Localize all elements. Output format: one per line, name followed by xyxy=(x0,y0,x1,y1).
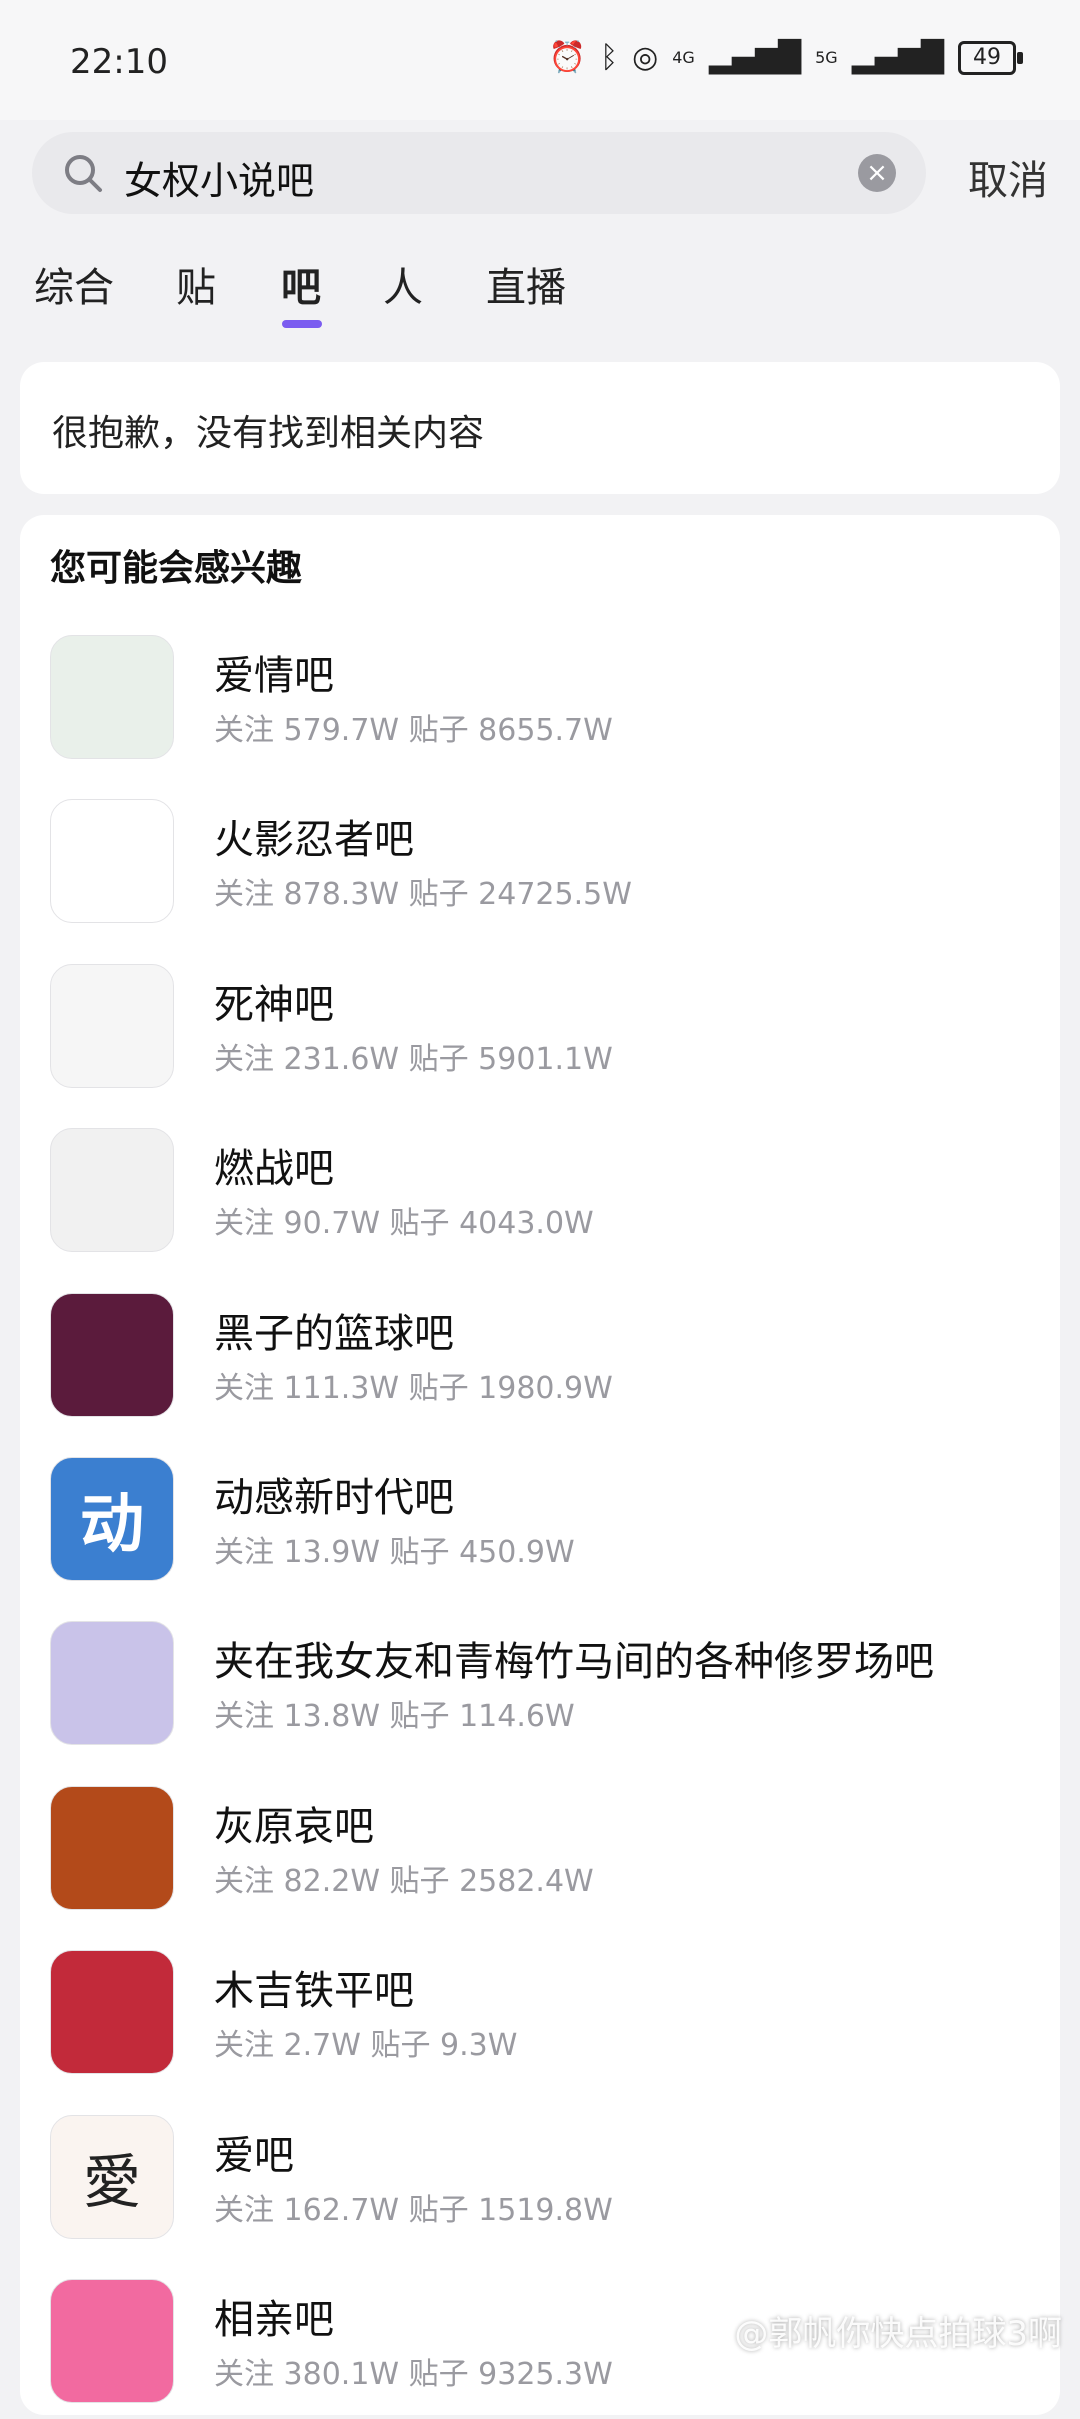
bluetooth-icon: ᛒ xyxy=(600,40,619,75)
forum-avatar xyxy=(50,1621,174,1745)
list-item[interactable]: 火影忍者吧 关注 878.3W 贴子 24725.5W xyxy=(50,799,1030,939)
tab-bar: 综合 贴 吧 人 直播 xyxy=(0,255,1080,335)
forum-avatar xyxy=(50,635,174,759)
forum-stats: 关注 13.9W 贴子 450.9W xyxy=(214,1535,575,1570)
forum-stats: 关注 90.7W 贴子 4043.0W xyxy=(214,1206,594,1241)
empty-result-card: 很抱歉，没有找到相关内容 xyxy=(20,362,1060,494)
list-item[interactable]: 动 动感新时代吧 关注 13.9W 贴子 450.9W xyxy=(50,1457,1030,1597)
forum-stats: 关注 380.1W 贴子 9325.3W xyxy=(214,2357,613,2392)
list-item[interactable]: 灰原哀吧 关注 82.2W 贴子 2582.4W xyxy=(50,1786,1030,1926)
search-bar[interactable]: 女权小说吧 × xyxy=(32,132,926,214)
list-item[interactable]: 燃战吧 关注 90.7W 贴子 4043.0W xyxy=(50,1128,1030,1268)
status-time: 22:10 xyxy=(70,42,168,82)
forum-name: 爱情吧 xyxy=(214,653,334,699)
forum-name: 灰原哀吧 xyxy=(214,1804,374,1850)
empty-message: 很抱歉，没有找到相关内容 xyxy=(52,413,485,454)
signal-icon: ▂▄▆█ xyxy=(851,40,944,75)
forum-avatar-glyph: 愛 xyxy=(82,2148,141,2216)
search-input[interactable]: 女权小说吧 xyxy=(124,150,314,205)
cancel-button[interactable]: 取消 xyxy=(968,148,1048,206)
suggestions-card: 您可能会感兴趣 爱情吧 关注 579.7W 贴子 8655.7W 火影忍者吧 关… xyxy=(20,515,1060,2415)
forum-stats: 关注 162.7W 贴子 1519.8W xyxy=(214,2193,613,2228)
tab-people[interactable]: 人 xyxy=(383,255,423,313)
active-tab-indicator xyxy=(282,320,322,328)
signal-icon: ▂▄▆█ xyxy=(708,40,802,75)
watermark: @郭帆你快点拍球3啊 xyxy=(734,2314,1062,2354)
tab-posts[interactable]: 贴 xyxy=(176,255,216,313)
list-item[interactable]: 爱情吧 关注 579.7W 贴子 8655.7W xyxy=(50,635,1030,775)
battery-icon: 49 xyxy=(958,40,1023,75)
forum-name: 夹在我女友和青梅竹马间的各种修罗场吧 xyxy=(214,1639,934,1685)
forum-stats: 关注 579.7W 贴子 8655.7W xyxy=(214,713,613,748)
forum-name: 黑子的篮球吧 xyxy=(214,1311,454,1357)
forum-avatar xyxy=(50,964,174,1088)
forum-avatar xyxy=(50,1950,174,2074)
forum-name: 爱吧 xyxy=(214,2133,294,2179)
hotspot-icon: ◎ xyxy=(632,40,659,75)
forum-avatar: 愛 xyxy=(50,2115,174,2239)
forum-stats: 关注 231.6W 贴子 5901.1W xyxy=(214,1042,613,1077)
forum-name: 燃战吧 xyxy=(214,1146,334,1192)
forum-avatar xyxy=(50,1128,174,1252)
forum-stats: 关注 82.2W 贴子 2582.4W xyxy=(214,1864,594,1899)
network-2-label: 5G xyxy=(815,48,838,67)
forum-stats: 关注 878.3W 贴子 24725.5W xyxy=(214,877,632,912)
tab-all[interactable]: 综合 xyxy=(34,255,114,313)
forum-avatar xyxy=(50,2279,174,2403)
network-1-label: 4G xyxy=(672,48,695,67)
tab-bars[interactable]: 吧 xyxy=(281,255,321,313)
forum-avatar-glyph: 动 xyxy=(80,1488,144,1562)
forum-name: 动感新时代吧 xyxy=(214,1475,454,1521)
clear-icon[interactable]: × xyxy=(858,154,896,192)
suggestions-heading: 您可能会感兴趣 xyxy=(50,548,303,589)
forum-avatar xyxy=(50,799,174,923)
forum-name: 木吉铁平吧 xyxy=(214,1968,414,2014)
forum-avatar: 动 xyxy=(50,1457,174,1581)
forum-stats: 关注 2.7W 贴子 9.3W xyxy=(214,2028,518,2063)
forum-name: 相亲吧 xyxy=(214,2297,334,2343)
forum-avatar xyxy=(50,1786,174,1910)
battery-level: 49 xyxy=(973,45,1001,70)
forum-name: 死神吧 xyxy=(214,982,334,1028)
tab-live[interactable]: 直播 xyxy=(486,255,566,313)
forum-name: 火影忍者吧 xyxy=(214,817,414,863)
list-item[interactable]: 死神吧 关注 231.6W 贴子 5901.1W xyxy=(50,964,1030,1104)
forum-avatar xyxy=(50,1293,174,1417)
list-item[interactable]: 愛 爱吧 关注 162.7W 贴子 1519.8W xyxy=(50,2115,1030,2255)
forum-stats: 关注 13.8W 贴子 114.6W xyxy=(214,1699,575,1734)
alarm-icon: ⏰ xyxy=(548,40,587,75)
list-item[interactable]: 夹在我女友和青梅竹马间的各种修罗场吧 关注 13.8W 贴子 114.6W xyxy=(50,1621,1030,1761)
list-item[interactable]: 木吉铁平吧 关注 2.7W 贴子 9.3W xyxy=(50,1950,1030,2090)
list-item[interactable]: 黑子的篮球吧 关注 111.3W 贴子 1980.9W xyxy=(50,1293,1030,1433)
search-icon xyxy=(65,155,102,192)
status-bar: 22:10 ⏰ ᛒ ◎ 4G ▂▄▆█ 5G ▂▄▆█ 49 xyxy=(0,0,1080,120)
status-icons: ⏰ ᛒ ◎ 4G ▂▄▆█ 5G ▂▄▆█ 49 xyxy=(548,40,1023,75)
forum-stats: 关注 111.3W 贴子 1980.9W xyxy=(214,1371,613,1406)
